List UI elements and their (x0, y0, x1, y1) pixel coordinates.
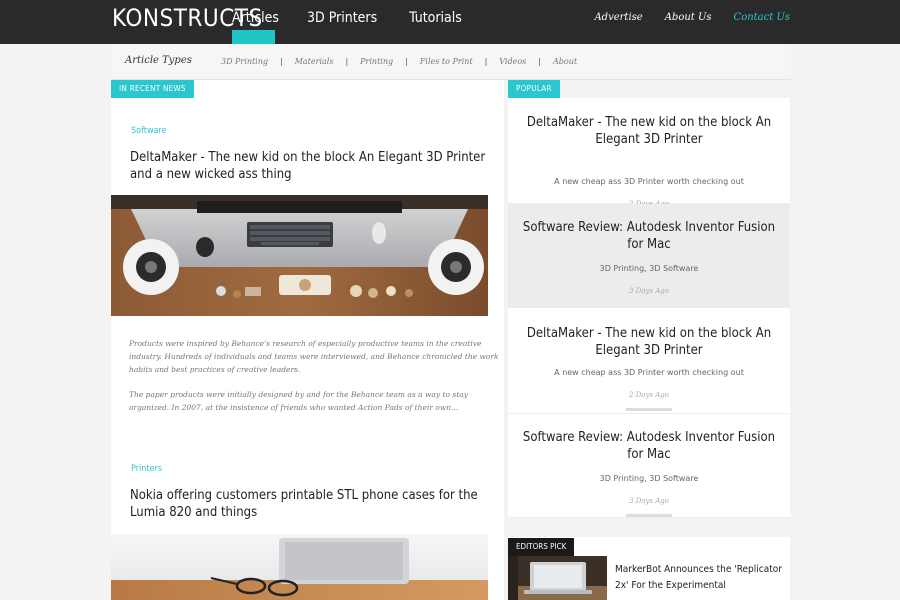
popular-item[interactable]: Software Review: Autodesk Inventor Fusio… (508, 414, 790, 518)
editors-pick-thumbnail[interactable] (508, 556, 607, 600)
divider (626, 408, 672, 411)
popular-item-title[interactable]: DeltaMaker - The new kid on the block An… (518, 114, 780, 148)
popular-item-subtitle: 3D Printing, 3D Software (599, 264, 699, 273)
popular-item-subtitle: A new cheap ass 3D Printer worth checkin… (554, 177, 744, 186)
popular-item[interactable]: Software Review: Autodesk Inventor Fusio… (508, 204, 790, 308)
popular-item-subtitle: 3D Printing, 3D Software (599, 474, 699, 483)
article-title[interactable]: Nokia offering customers printable STL p… (130, 487, 490, 521)
article-title[interactable]: DeltaMaker - The new kid on the block An… (130, 149, 495, 183)
popular-item[interactable]: DeltaMaker - The new kid on the block An… (508, 308, 790, 414)
editors-pick-title[interactable]: MarkerBot Announces the 'Replicator 2x' … (615, 562, 785, 594)
popular-item-date: 3 Days Ago (629, 497, 669, 505)
separator: | (345, 57, 349, 66)
subnav-files-to-print[interactable]: Files to Print (420, 57, 473, 66)
subnav-about[interactable]: About (553, 57, 577, 66)
popular-item-date: 2 Days Ago (629, 391, 669, 399)
subnav-materials[interactable]: Materials (295, 57, 334, 66)
separator: | (405, 57, 408, 66)
laptop-photo[interactable] (111, 534, 488, 600)
nav-contact-us[interactable]: Contact Us (734, 12, 790, 23)
popular-item[interactable]: DeltaMaker - The new kid on the block An… (508, 98, 790, 219)
popular-label: POPULAR (508, 80, 560, 98)
popular-item-title[interactable]: Software Review: Autodesk Inventor Fusio… (518, 219, 780, 253)
subnav-printing[interactable]: Printing (360, 57, 393, 66)
article-category[interactable]: Printers (131, 464, 162, 474)
article-types-links: 3D Printing | Materials | Printing | Fil… (221, 57, 577, 66)
article-types-label: Article Types (125, 55, 192, 66)
popular-item-title[interactable]: Software Review: Autodesk Inventor Fusio… (518, 429, 780, 463)
article-excerpt: Products were inspired by Behance's rese… (129, 339, 499, 374)
nav-about-us[interactable]: About Us (665, 12, 712, 23)
separator: | (538, 57, 541, 66)
popular-item-title[interactable]: DeltaMaker - The new kid on the block An… (518, 325, 780, 359)
separator: | (484, 57, 488, 66)
desk-photo[interactable] (111, 195, 488, 316)
nav-3d-printers[interactable]: 3D Printers (307, 0, 377, 44)
popular-item-date: 3 Days Ago (629, 287, 669, 295)
recent-news-column: IN RECENT NEWS Software DeltaMaker - The… (111, 80, 504, 600)
divider (626, 514, 672, 517)
subnav-videos[interactable]: Videos (499, 57, 526, 66)
article-types-bar: Article Types 3D Printing | Materials | … (111, 44, 791, 80)
separator: | (280, 57, 283, 66)
editors-pick-label: EDITORS PICK (508, 538, 575, 556)
nav-articles[interactable]: Articles (232, 0, 279, 44)
main-nav: Articles 3D Printers Tutorials (232, 0, 462, 44)
nav-advertise[interactable]: Advertise (594, 12, 642, 23)
popular-item-subtitle: A new cheap ass 3D Printer worth checkin… (554, 368, 744, 377)
utility-nav: Advertise About Us Contact Us (594, 12, 790, 23)
article-excerpt: The paper products were initially design… (129, 390, 468, 412)
subnav-3d-printing[interactable]: 3D Printing (221, 57, 268, 66)
sidebar: POPULAR DeltaMaker - The new kid on the … (508, 80, 790, 600)
recent-news-label: IN RECENT NEWS (111, 80, 194, 98)
nav-tutorials[interactable]: Tutorials (409, 0, 462, 44)
article-category[interactable]: Software (131, 126, 167, 136)
top-navigation-bar: KONSTRUCTS Articles 3D Printers Tutorial… (0, 0, 900, 44)
